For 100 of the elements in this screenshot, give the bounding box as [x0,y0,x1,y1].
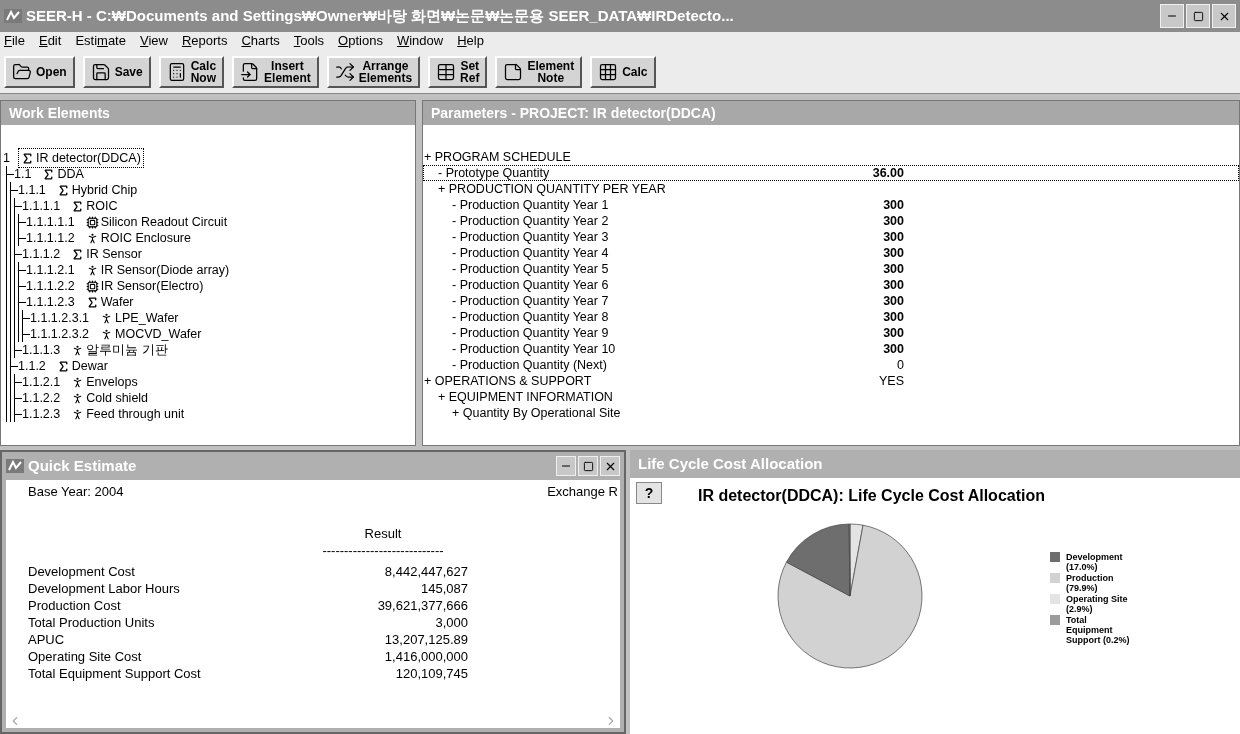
parameter-label: - Production Quantity Year 7 [452,293,609,308]
parameter-row[interactable]: - Production Quantity Year 8 300 [423,309,1239,325]
chart-title: IR detector(DDCA): Life Cycle Cost Allocation [698,486,1045,506]
close-button[interactable] [600,456,620,476]
toolbar-button[interactable]: Element Note [495,55,583,88]
toolbar-button[interactable]: Set Ref [428,55,488,88]
node-number: 1.1.1.2.2 [26,277,75,295]
parameter-value: 300 [883,245,904,260]
parameter-row[interactable]: + PRODUCTION QUANTITY PER YEAR [423,181,1239,197]
parameter-row[interactable]: - Production Quantity Year 6 300 [423,277,1239,293]
table-icon [436,61,457,82]
parameter-row[interactable]: + Quantity By Operational Site [423,405,1239,421]
maximize-button[interactable] [578,456,598,476]
parameter-value: YES [879,373,904,388]
parameter-value: 300 [883,197,904,212]
parameter-row[interactable]: - Production Quantity Year 4 300 [423,245,1239,261]
toolbar-button[interactable]: Insert Element [232,55,319,88]
window-title: Quick Estimate [28,455,138,476]
result-value: 3,000 [435,614,468,631]
result-value: 120,109,745 [395,665,468,682]
result-value: 1,416,000,000 [384,648,468,665]
parameter-label: - Production Quantity Year 6 [452,277,609,292]
note-icon [503,61,524,82]
parameter-row[interactable]: - Prototype Quantity 36.00 [423,165,1239,181]
menu-item[interactable]: Edit [38,31,62,51]
result-label: Total Equipment Support Cost [28,665,202,682]
legend-label: Total Equipment Support (0.2%) [1066,615,1131,645]
close-button[interactable] [1212,4,1236,28]
node-number: 1.1.2.2 [22,389,61,407]
parameter-row[interactable]: + OPERATIONS & SUPPORT YES [423,373,1239,389]
result-label: Development Labor Hours [28,580,181,597]
maximize-icon [1192,10,1204,22]
minimize-button[interactable] [1160,4,1184,28]
parameter-row[interactable]: - Production Quantity Year 5 300 [423,261,1239,277]
result-heading: Result [363,524,403,543]
parameter-value: 300 [883,341,904,356]
result-label: APUC [28,631,66,648]
parameter-value: 0 [897,357,904,372]
menu-item[interactable]: View [139,31,168,51]
toolbar-button[interactable]: Calc Now [158,55,225,88]
parameter-label: - Production Quantity Year 2 [452,213,609,228]
tree-item[interactable]: IR detector(DDCA) [17,147,144,169]
result-label: Operating Site Cost [28,648,143,665]
chip-icon [85,215,99,229]
help-button[interactable]: ? [636,482,662,504]
result-value: 8,442,447,627 [384,563,468,580]
parameter-label: - Production Quantity Year 10 [452,341,616,356]
panel-title: Parameters - PROJECT: IR detector(DDCA) [431,103,716,123]
maximize-icon [582,460,594,472]
separator-line: ---------------------------- [321,543,445,559]
parameter-label: + PROGRAM SCHEDULE [424,149,571,164]
maximize-button[interactable] [1186,4,1210,28]
app-icon [6,459,24,473]
parameter-row[interactable]: - Production Quantity Year 9 300 [423,325,1239,341]
menu-item[interactable]: Estimate [75,31,126,51]
result-label: Production Cost [28,597,122,614]
parameter-value: 300 [883,229,904,244]
node-number: 1.1.1.2 [22,245,61,263]
parameter-row[interactable]: - Production Quantity (Next) 0 [423,357,1239,373]
parameter-label: - Production Quantity (Next) [452,357,607,372]
parameter-value: 300 [883,277,904,292]
menu-item[interactable]: Options [338,31,383,51]
parameter-row[interactable]: - Production Quantity Year 7 300 [423,293,1239,309]
floppy-icon [90,61,111,82]
parameter-value: 300 [883,293,904,308]
tree-item[interactable]: Feed through unit [68,403,188,425]
parameter-label: + PRODUCTION QUANTITY PER YEAR [438,181,666,196]
node-number: 1.1.2.3 [22,405,61,423]
parameter-row[interactable]: + EQUIPMENT INFORMATION [423,389,1239,405]
toolbar-button[interactable]: Save [82,55,151,88]
grid-icon [598,61,619,82]
parameter-row[interactable]: + PROGRAM SCHEDULE [423,149,1239,165]
legend-label: Operating Site (2.9%) [1066,594,1129,614]
toolbar-button[interactable]: Calc [590,55,656,88]
menu-item[interactable]: File [4,31,25,51]
parameter-label: - Production Quantity Year 5 [452,261,609,276]
menu-item[interactable]: Help [457,31,484,51]
legend-label: Production (79.9%) [1066,573,1115,593]
parameter-row[interactable]: - Production Quantity Year 2 300 [423,213,1239,229]
minimize-button[interactable] [556,456,576,476]
toolbar-button[interactable]: Open [4,55,75,88]
legend-label: Development (17.0%) [1066,552,1124,572]
result-value: 13,207,125.89 [384,631,468,648]
menu-item[interactable]: Charts [241,31,280,51]
menu-item[interactable]: Reports [181,31,228,51]
parameter-label: - Production Quantity Year 8 [452,309,609,324]
folder-icon [12,61,32,82]
result-label: Development Cost [28,563,136,580]
menu-item[interactable]: Tools [293,31,325,51]
menu-item[interactable]: Window [396,31,444,51]
panel-title: Work Elements [9,103,110,123]
window-title: SEER-H - C:₩Documents and Settings₩Owner₩바탕 화면₩논문₩논문용 SEER_DATA₩IRDetecto... [26,5,735,26]
parameter-row[interactable]: - Production Quantity Year 1 300 [423,197,1239,213]
base-year-label: Base Year: 2004 [28,483,124,501]
parameter-label: + Quantity By Operational Site [452,405,621,420]
parameter-row[interactable]: - Production Quantity Year 10 300 [423,341,1239,357]
parameter-value: 300 [883,309,904,324]
chip-icon [85,279,99,293]
toolbar-button[interactable]: Arrange Elements [326,55,421,88]
parameter-row[interactable]: - Production Quantity Year 3 300 [423,229,1239,245]
